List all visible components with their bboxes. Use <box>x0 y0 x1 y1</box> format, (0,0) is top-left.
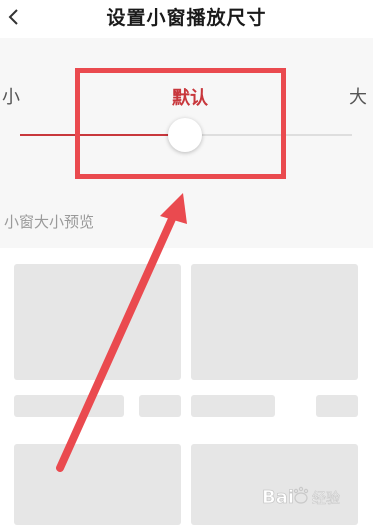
annotation-highlight-box <box>75 68 286 179</box>
slider-min-label: 小 <box>2 87 20 108</box>
preview-section-label: 小窗大小预览 <box>4 213 95 231</box>
preview-placeholder-text <box>316 395 358 417</box>
baidu-jingyan-watermark: Bai 经验 <box>262 487 340 508</box>
header-bar: 设置小窗播放尺寸 <box>0 0 373 38</box>
page-title: 设置小窗播放尺寸 <box>106 7 267 29</box>
svg-text:Bai: Bai <box>262 487 294 508</box>
slider-max-label: 大 <box>349 87 367 108</box>
preview-placeholder-text <box>139 395 181 417</box>
preview-placeholder-text <box>191 395 275 417</box>
preview-placeholder-video <box>14 264 181 380</box>
preview-placeholder-video <box>14 444 181 525</box>
preview-placeholder-video <box>191 264 358 380</box>
preview-placeholder-text <box>14 395 124 417</box>
svg-text:经验: 经验 <box>312 491 340 507</box>
